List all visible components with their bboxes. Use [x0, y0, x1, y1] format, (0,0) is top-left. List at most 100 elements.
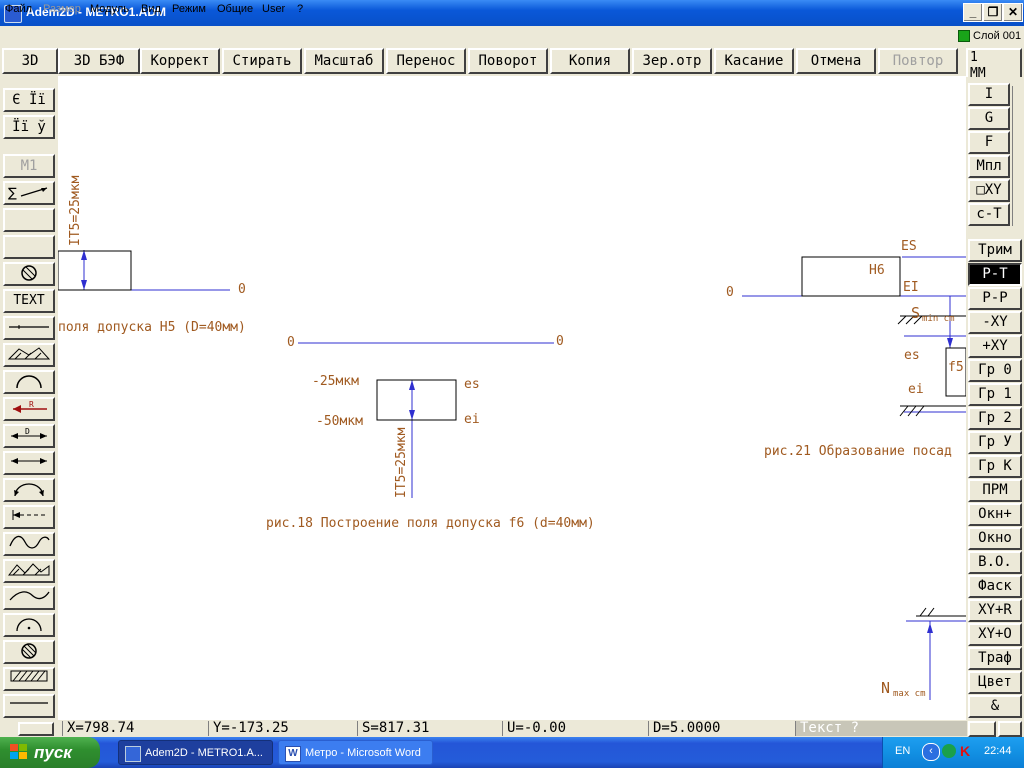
right-top-button-4[interactable]: □XY	[968, 179, 1010, 202]
menu-bar	[0, 26, 1024, 45]
tool-line[interactable]	[3, 316, 55, 340]
right-button-12[interactable]: Окно	[968, 527, 1022, 550]
label-es-2: es	[904, 348, 920, 363]
right-button-15[interactable]: XY+R	[968, 599, 1022, 622]
tool-text[interactable]: TEXT	[3, 289, 55, 313]
toolbar-button-10[interactable]: Отмена	[796, 48, 876, 74]
right-top-button-5[interactable]: c-T	[968, 203, 1010, 226]
menu-item-5[interactable]: Общие	[217, 3, 253, 15]
tray-expand-icon[interactable]: ‹	[922, 743, 940, 761]
toolbar-button-6[interactable]: Поворот	[468, 48, 548, 74]
toolbar-button-7[interactable]: Копия	[550, 48, 630, 74]
hatched-circle-icon	[21, 265, 37, 281]
right-button-11[interactable]: Окн+	[968, 503, 1022, 526]
tool-roughness[interactable]	[3, 559, 55, 583]
tool-blank-1[interactable]	[3, 208, 55, 232]
tool-dimension-arc[interactable]	[3, 478, 55, 502]
right-top-button-2[interactable]: F	[968, 131, 1010, 154]
right-button-6[interactable]: Гр 1	[968, 383, 1022, 406]
toolbar-button-11[interactable]: Повтор	[878, 48, 958, 74]
restore-button[interactable]: ❐	[983, 3, 1003, 22]
tool-hatch-rect[interactable]	[3, 667, 55, 691]
tool-spline[interactable]	[3, 532, 55, 556]
label-nmax: N	[881, 679, 891, 697]
right-button-3[interactable]: -XY	[968, 311, 1022, 334]
tool-curve[interactable]	[3, 586, 55, 610]
toolbar-button-3[interactable]: Стирать	[222, 48, 302, 74]
tray-k-icon[interactable]: K	[960, 743, 970, 759]
tool-leader[interactable]: R	[3, 397, 55, 421]
right-button-7[interactable]: Гр 2	[968, 407, 1022, 430]
tool-sigma-arrow[interactable]: ∑	[3, 181, 55, 205]
menu-item-3[interactable]: Вид	[141, 3, 161, 15]
tool-encoding-2[interactable]: Її ў	[3, 115, 55, 139]
tolerance-box-h6	[801, 256, 901, 297]
menu-item-2[interactable]: Модуль	[90, 3, 129, 15]
caption-h5: поля допуска H5 (D=40мм)	[58, 320, 246, 335]
right-button-13[interactable]: В.О.	[968, 551, 1022, 574]
tool-hatch-circle[interactable]	[3, 262, 55, 286]
right-button-10[interactable]: ПРМ	[968, 479, 1022, 502]
toolbar-button-5[interactable]: Перенос	[386, 48, 466, 74]
tolerance-box-h5	[58, 250, 132, 291]
menu-item-4[interactable]: Режим	[172, 3, 206, 15]
menu-item-1[interactable]: Размер	[43, 3, 81, 15]
menu-item-7[interactable]: ?	[297, 3, 303, 15]
status-right-button-1[interactable]	[968, 721, 996, 737]
right-button-17[interactable]: Траф	[968, 647, 1022, 670]
label-ES: ES	[901, 239, 917, 254]
status-mode-box[interactable]	[18, 722, 54, 736]
toolbar-button-1[interactable]: 3D БЭФ	[58, 48, 140, 74]
drawing-canvas[interactable]: IT5=25мкм 0 поля допуска H5 (D=40мм) 0 0…	[58, 76, 966, 720]
right-panel-scroll[interactable]	[1012, 86, 1023, 226]
toolbar-button-2[interactable]: Коррект	[140, 48, 220, 74]
menu-item-6[interactable]: User	[262, 3, 285, 15]
close-button[interactable]: ✕	[1003, 3, 1023, 22]
status-text-prompt[interactable]: Текст ?	[795, 721, 967, 736]
toolbar-button-9[interactable]: Касание	[714, 48, 794, 74]
status-right-button-2[interactable]	[998, 721, 1022, 737]
toolbar-button-4[interactable]: Масштаб	[304, 48, 384, 74]
language-indicator[interactable]: EN	[895, 745, 910, 757]
label-nmax-sub: max cm	[893, 689, 926, 699]
tool-arc-center[interactable]	[3, 613, 55, 637]
right-button-16[interactable]: XY+O	[968, 623, 1022, 646]
right-button-2[interactable]: P-P	[968, 287, 1022, 310]
right-top-button-3[interactable]: Мпл	[968, 155, 1010, 178]
layer-color-icon[interactable]	[958, 30, 970, 42]
right-button-9[interactable]: Гр К	[968, 455, 1022, 478]
tool-m1[interactable]: М1	[3, 154, 55, 178]
tool-encoding-1[interactable]: Є Її	[3, 88, 55, 112]
right-button-8[interactable]: Гр У	[968, 431, 1022, 454]
toolbar-button-0[interactable]: 3D	[2, 48, 58, 74]
task-adem2d[interactable]: Adem2D - METRO1.A...	[118, 740, 273, 765]
right-button-19[interactable]: &	[968, 695, 1022, 718]
right-top-button-1[interactable]: G	[968, 107, 1010, 130]
tool-dimension-linear[interactable]	[3, 451, 55, 475]
minimize-button[interactable]: _	[963, 3, 983, 22]
right-button-0[interactable]: Трим	[968, 239, 1022, 262]
right-button-4[interactable]: +XY	[968, 335, 1022, 358]
tool-blank-2[interactable]	[3, 235, 55, 259]
tool-hline[interactable]	[3, 694, 55, 718]
tool-dimension-half[interactable]	[3, 505, 55, 529]
right-button-5[interactable]: Гр 0	[968, 359, 1022, 382]
layer-label[interactable]: Слой 001	[973, 30, 1021, 42]
sigma-arrow-icon: ∑	[8, 186, 48, 201]
tool-circle-cross[interactable]	[3, 640, 55, 664]
task-word[interactable]: W Метро - Microsoft Word	[278, 740, 433, 765]
right-button-14[interactable]: Фаск	[968, 575, 1022, 598]
spline-icon	[9, 535, 50, 549]
tool-hatch[interactable]	[3, 343, 55, 367]
label-minus-50: -50мкм	[316, 414, 363, 429]
tray-network-icon[interactable]	[942, 744, 956, 758]
label-es: es	[464, 377, 480, 392]
menu-item-0[interactable]: Файл	[5, 3, 32, 15]
toolbar-button-8[interactable]: Зер.отр	[632, 48, 712, 74]
tool-arc[interactable]	[3, 370, 55, 394]
tool-dimension-d[interactable]: D	[3, 424, 55, 448]
right-button-1[interactable]: P-T	[968, 263, 1022, 286]
adem-icon	[125, 746, 141, 762]
right-button-18[interactable]: Цвет	[968, 671, 1022, 694]
right-top-button-0[interactable]: I	[968, 83, 1010, 106]
